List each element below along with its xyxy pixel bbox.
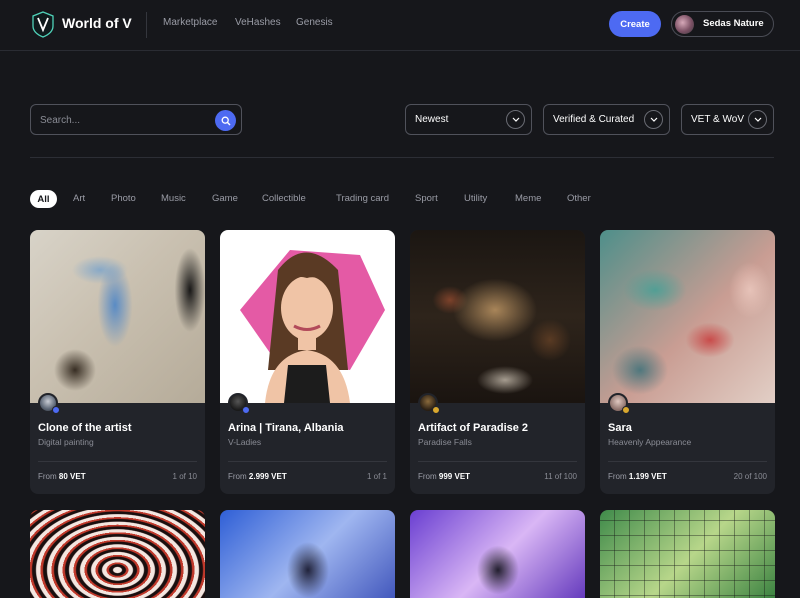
nft-collection: Digital painting <box>38 437 94 447</box>
verified-badge-icon <box>52 406 60 414</box>
search-icon <box>221 116 230 125</box>
nft-card[interactable] <box>600 510 775 598</box>
nft-edition: 11 of 100 <box>544 472 577 481</box>
card-divider <box>418 461 577 462</box>
user-name: Sedas Nature <box>703 18 764 29</box>
tab-meme[interactable]: Meme <box>515 193 541 204</box>
nav-vehashes[interactable]: VeHashes <box>235 17 281 28</box>
tab-game[interactable]: Game <box>212 193 238 204</box>
nft-card[interactable] <box>410 510 585 598</box>
nft-image <box>600 230 775 403</box>
currency-dropdown-label: VET & WoV <box>691 114 744 125</box>
sort-dropdown-label: Newest <box>415 114 449 125</box>
tab-collectible[interactable]: Collectible <box>262 193 306 204</box>
gold-badge-icon <box>622 406 630 414</box>
nft-card[interactable]: Clone of the artist Digital painting Fro… <box>30 230 205 494</box>
nft-card[interactable] <box>220 510 395 598</box>
nft-price: From 999 VET <box>418 472 471 481</box>
sort-dropdown[interactable]: Newest <box>405 104 532 135</box>
nft-edition: 1 of 10 <box>172 472 197 481</box>
chevron-down-icon <box>748 110 767 129</box>
v-shield-logo-icon[interactable] <box>32 11 54 38</box>
card-divider <box>608 461 767 462</box>
user-avatar <box>675 15 694 34</box>
curation-dropdown[interactable]: Verified & Curated <box>543 104 670 135</box>
nft-price: From 1.199 VET <box>608 472 667 481</box>
search-box <box>30 104 242 135</box>
nft-card[interactable]: Arina | Tirana, Albania V-Ladies From 2.… <box>220 230 395 494</box>
nft-image <box>30 510 205 598</box>
nft-title: Clone of the artist <box>38 422 132 434</box>
tab-all[interactable]: All <box>30 190 57 208</box>
user-menu-button[interactable]: Sedas Nature <box>671 11 774 37</box>
card-divider <box>38 461 197 462</box>
nft-edition: 20 of 100 <box>733 472 767 481</box>
verified-badge-icon <box>242 406 250 414</box>
nft-price: From 80 VET <box>38 472 86 481</box>
header-divider <box>146 12 147 38</box>
nft-card[interactable] <box>30 510 205 598</box>
nft-collection: Paradise Falls <box>418 437 472 447</box>
tab-utility[interactable]: Utility <box>464 193 487 204</box>
nft-image <box>220 510 395 598</box>
currency-dropdown[interactable]: VET & WoV <box>681 104 774 135</box>
nft-image <box>410 510 585 598</box>
nft-image <box>600 510 775 598</box>
tab-music[interactable]: Music <box>161 193 186 204</box>
tab-sport[interactable]: Sport <box>415 193 438 204</box>
nft-title: Sara <box>608 422 632 434</box>
nft-title: Artifact of Paradise 2 <box>418 422 529 434</box>
nft-image <box>30 230 205 403</box>
tab-trading-card[interactable]: Trading card <box>336 193 389 204</box>
nav-genesis[interactable]: Genesis <box>296 17 333 28</box>
nft-card[interactable]: Sara Heavenly Appearance From 1.199 VET … <box>600 230 775 494</box>
nft-price: From 2.999 VET <box>228 472 287 481</box>
nft-title: Arina | Tirana, Albania <box>228 422 344 434</box>
gold-badge-icon <box>432 406 440 414</box>
chevron-down-icon <box>644 110 663 129</box>
chevron-down-icon <box>506 110 525 129</box>
brand-name[interactable]: World of V <box>62 15 132 31</box>
nav-marketplace[interactable]: Marketplace <box>163 17 217 28</box>
nft-image <box>410 230 585 403</box>
nft-collection: Heavenly Appearance <box>608 437 692 447</box>
search-button[interactable] <box>215 110 236 131</box>
nft-card[interactable]: Artifact of Paradise 2 Paradise Falls Fr… <box>410 230 585 494</box>
search-input[interactable] <box>40 112 210 128</box>
nft-image <box>220 230 395 403</box>
tab-other[interactable]: Other <box>567 193 591 204</box>
curation-dropdown-label: Verified & Curated <box>553 114 635 125</box>
nft-edition: 1 of 1 <box>366 472 387 481</box>
tab-photo[interactable]: Photo <box>111 193 136 204</box>
create-button[interactable]: Create <box>609 11 661 37</box>
card-divider <box>228 461 387 462</box>
section-divider <box>30 157 774 158</box>
top-nav-bar: World of V Marketplace VeHashes Genesis … <box>0 0 800 51</box>
tab-art[interactable]: Art <box>73 193 85 204</box>
nft-collection: V-Ladies <box>228 437 262 447</box>
